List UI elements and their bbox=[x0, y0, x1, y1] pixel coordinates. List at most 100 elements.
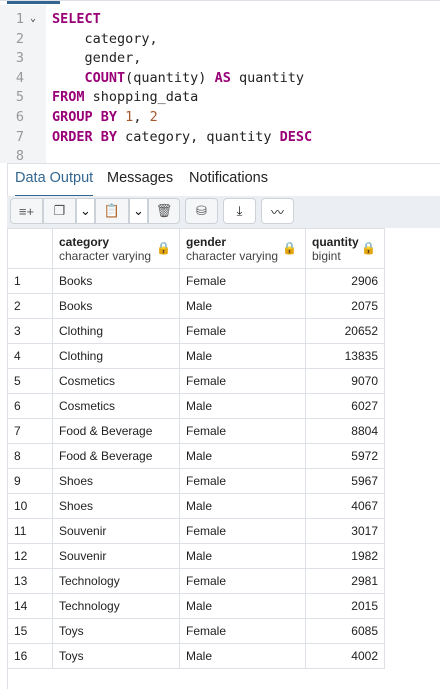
copy-icon[interactable]: ❐ bbox=[43, 198, 76, 224]
cell-quantity[interactable]: 9070 bbox=[305, 368, 385, 394]
cell-category[interactable]: Toys bbox=[52, 618, 180, 644]
cell-gender[interactable]: Male bbox=[179, 593, 306, 619]
code-token: gender, bbox=[52, 50, 142, 67]
save-data-icon[interactable]: ⛁ bbox=[185, 198, 218, 224]
graph-visualiser-icon[interactable]: 〰 bbox=[261, 198, 294, 224]
cell-category[interactable]: Books bbox=[52, 293, 180, 319]
table-row[interactable]: 12 Souvenir Male 1982 bbox=[7, 543, 385, 569]
cell-quantity[interactable]: 2906 bbox=[305, 268, 385, 294]
cell-quantity[interactable]: 5967 bbox=[305, 468, 385, 494]
cell-gender[interactable]: Female bbox=[179, 318, 306, 344]
paste-icon[interactable]: 📋 bbox=[95, 198, 129, 224]
fold-chevron-icon[interactable]: ⌄ bbox=[30, 9, 36, 29]
row-number[interactable]: 14 bbox=[7, 593, 53, 619]
table-row[interactable]: 13 Technology Female 2981 bbox=[7, 568, 385, 594]
add-row-icon[interactable]: ≡+ bbox=[10, 198, 43, 224]
cell-quantity[interactable]: 4002 bbox=[305, 643, 385, 669]
row-number[interactable]: 10 bbox=[7, 493, 53, 519]
table-row[interactable]: 16 Toys Male 4002 bbox=[7, 643, 385, 669]
delete-icon[interactable]: 🗑 bbox=[148, 198, 180, 224]
copy-options-chevron-icon[interactable]: ⌄ bbox=[76, 198, 95, 224]
table-row[interactable]: 6 Cosmetics Male 6027 bbox=[7, 393, 385, 419]
row-number[interactable]: 2 bbox=[7, 293, 53, 319]
cell-gender[interactable]: Male bbox=[179, 443, 306, 469]
cell-quantity[interactable]: 2981 bbox=[305, 568, 385, 594]
table-row[interactable]: 9 Shoes Female 5967 bbox=[7, 468, 385, 494]
cell-gender[interactable]: Female bbox=[179, 518, 306, 544]
table-row[interactable]: 1 Books Female 2906 bbox=[7, 268, 385, 294]
cell-gender[interactable]: Female bbox=[179, 568, 306, 594]
table-row[interactable]: 5 Cosmetics Female 9070 bbox=[7, 368, 385, 394]
row-number[interactable]: 13 bbox=[7, 568, 53, 594]
table-row[interactable]: 2 Books Male 2075 bbox=[7, 293, 385, 319]
cell-category[interactable]: Books bbox=[52, 268, 180, 294]
cell-gender[interactable]: Female bbox=[179, 468, 306, 494]
cell-gender[interactable]: Male bbox=[179, 643, 306, 669]
cell-category[interactable]: Food & Beverage bbox=[52, 418, 180, 444]
cell-quantity[interactable]: 2075 bbox=[305, 293, 385, 319]
cell-category[interactable]: Technology bbox=[52, 568, 180, 594]
cell-gender[interactable]: Male bbox=[179, 493, 306, 519]
cell-gender[interactable]: Male bbox=[179, 543, 306, 569]
row-number[interactable]: 12 bbox=[7, 543, 53, 569]
cell-quantity[interactable]: 6027 bbox=[305, 393, 385, 419]
row-number[interactable]: 5 bbox=[7, 368, 53, 394]
row-number[interactable]: 4 bbox=[7, 343, 53, 369]
cell-gender[interactable]: Male bbox=[179, 293, 306, 319]
cell-category[interactable]: Toys bbox=[52, 643, 180, 669]
cell-category[interactable]: Souvenir bbox=[52, 518, 180, 544]
cell-gender[interactable]: Female bbox=[179, 618, 306, 644]
row-number[interactable]: 6 bbox=[7, 393, 53, 419]
cell-category[interactable]: Shoes bbox=[52, 493, 180, 519]
cell-category[interactable]: Cosmetics bbox=[52, 393, 180, 419]
cell-quantity[interactable]: 8804 bbox=[305, 418, 385, 444]
cell-gender[interactable]: Female bbox=[179, 368, 306, 394]
cell-quantity[interactable]: 4067 bbox=[305, 493, 385, 519]
table-row[interactable]: 14 Technology Male 2015 bbox=[7, 593, 385, 619]
row-number[interactable]: 7 bbox=[7, 418, 53, 444]
table-row[interactable]: 15 Toys Female 6085 bbox=[7, 618, 385, 644]
row-number[interactable]: 11 bbox=[7, 518, 53, 544]
row-number[interactable]: 8 bbox=[7, 443, 53, 469]
table-row[interactable]: 3 Clothing Female 20652 bbox=[7, 318, 385, 344]
row-number[interactable]: 15 bbox=[7, 618, 53, 644]
row-number[interactable]: 1 bbox=[7, 268, 53, 294]
cell-gender[interactable]: Female bbox=[179, 268, 306, 294]
cell-quantity[interactable]: 13835 bbox=[305, 343, 385, 369]
table-row[interactable]: 4 Clothing Male 13835 bbox=[7, 343, 385, 369]
cell-quantity[interactable]: 2015 bbox=[305, 593, 385, 619]
cell-category[interactable]: Cosmetics bbox=[52, 368, 180, 394]
cell-quantity[interactable]: 1982 bbox=[305, 543, 385, 569]
tab-messages[interactable]: Messages bbox=[107, 170, 173, 195]
row-number[interactable]: 9 bbox=[7, 468, 53, 494]
tab-notifications[interactable]: Notifications bbox=[189, 170, 268, 195]
column-header-category[interactable]: category character varying 🔒 bbox=[52, 228, 180, 269]
row-number[interactable]: 16 bbox=[7, 643, 53, 669]
cell-gender[interactable]: Female bbox=[179, 418, 306, 444]
cell-category[interactable]: Shoes bbox=[52, 468, 180, 494]
table-row[interactable]: 7 Food & Beverage Female 8804 bbox=[7, 418, 385, 444]
cell-quantity[interactable]: 20652 bbox=[305, 318, 385, 344]
sql-editor[interactable]: 1 ⌄ SELECT 2 category, 3 gender, 4 COUNT(quan… bbox=[0, 0, 440, 164]
table-row[interactable]: 8 Food & Beverage Male 5972 bbox=[7, 443, 385, 469]
cell-quantity[interactable]: 6085 bbox=[305, 618, 385, 644]
cell-gender[interactable]: Male bbox=[179, 393, 306, 419]
tab-data-output[interactable]: Data Output bbox=[15, 170, 94, 197]
cell-quantity[interactable]: 5972 bbox=[305, 443, 385, 469]
table-row[interactable]: 11 Souvenir Female 3017 bbox=[7, 518, 385, 544]
download-icon[interactable]: ⤓ bbox=[223, 198, 256, 224]
cell-category[interactable]: Souvenir bbox=[52, 543, 180, 569]
cell-quantity[interactable]: 3017 bbox=[305, 518, 385, 544]
line-number: 6 bbox=[15, 109, 24, 125]
cell-category[interactable]: Technology bbox=[52, 593, 180, 619]
cell-category[interactable]: Clothing bbox=[52, 343, 180, 369]
lock-icon: 🔒 bbox=[282, 241, 297, 255]
cell-gender[interactable]: Male bbox=[179, 343, 306, 369]
paste-options-chevron-icon[interactable]: ⌄ bbox=[129, 198, 148, 224]
cell-category[interactable]: Clothing bbox=[52, 318, 180, 344]
row-number[interactable]: 3 bbox=[7, 318, 53, 344]
cell-category[interactable]: Food & Beverage bbox=[52, 443, 180, 469]
table-row[interactable]: 10 Shoes Male 4067 bbox=[7, 493, 385, 519]
column-header-quantity[interactable]: quantity bigint 🔒 bbox=[305, 228, 385, 269]
column-header-gender[interactable]: gender character varying 🔒 bbox=[179, 228, 306, 269]
